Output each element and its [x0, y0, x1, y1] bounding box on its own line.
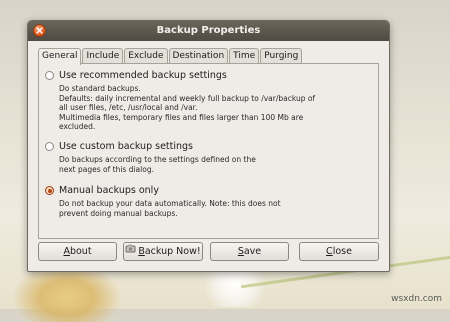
tab-general[interactable]: General	[38, 48, 82, 65]
radio-recommended[interactable]	[45, 71, 54, 80]
save-button[interactable]: Save	[210, 242, 289, 261]
radio-custom-row[interactable]: Use custom backup settings	[45, 141, 319, 152]
tab-purging[interactable]: Purging	[260, 48, 303, 64]
description-line: all user files, /etc, /usr/local and /va…	[59, 103, 198, 112]
close-button-mnemonic: C	[326, 246, 333, 257]
manual-description: Do not backup your data automatically. N…	[59, 199, 319, 218]
radio-custom[interactable]	[45, 142, 54, 151]
watermark-text: wsxdn.com	[391, 294, 442, 304]
description-line: Do backups according to the settings def…	[59, 155, 256, 164]
general-tab-panel: Use recommended backup settings Do stand…	[38, 63, 379, 239]
radio-recommended-label: Use recommended backup settings	[59, 70, 227, 81]
radio-manual-row[interactable]: Manual backups only	[45, 185, 319, 196]
save-button-label: ave	[243, 246, 262, 257]
radio-manual[interactable]	[45, 186, 54, 195]
description-line: Defaults: daily incremental and weekly f…	[59, 93, 316, 103]
backup-icon	[125, 243, 136, 260]
backup-properties-window: Backup Properties General Include Exclud…	[27, 20, 390, 272]
option-manual: Manual backups only Do not backup your d…	[45, 185, 319, 218]
description-line: prevent doing manual backups.	[59, 208, 178, 218]
tab-include[interactable]: Include	[82, 48, 124, 64]
custom-description: Do backups according to the settings def…	[59, 155, 319, 174]
close-button[interactable]: Close	[299, 242, 379, 261]
backup-now-label: ackup Now!	[144, 246, 201, 257]
tab-time[interactable]: Time	[229, 48, 260, 64]
description-line: Multimedia files, temporary files and fi…	[59, 112, 304, 122]
tab-bar: General Include Exclude Destination Time…	[38, 48, 303, 65]
window-titlebar[interactable]: Backup Properties	[28, 21, 389, 41]
button-row: About Backup Now! Save Close	[38, 242, 379, 262]
radio-manual-label: Manual backups only	[59, 185, 159, 196]
description-line: excluded.	[59, 122, 96, 131]
tab-destination[interactable]: Destination	[168, 48, 229, 64]
radio-custom-label: Use custom backup settings	[59, 141, 194, 152]
description-line: Do not backup your data automatically. N…	[59, 199, 281, 208]
option-custom: Use custom backup settings Do backups ac…	[45, 141, 319, 174]
description-line: Do standard backups.	[59, 84, 141, 93]
window-title: Backup Properties	[156, 25, 261, 36]
about-button-label: bout	[69, 246, 92, 257]
close-button-label: lose	[332, 246, 352, 257]
recommended-description: Do standard backups. Defaults: daily inc…	[59, 84, 319, 132]
about-button[interactable]: About	[38, 242, 117, 261]
description-line: next pages of this dialog.	[59, 164, 154, 174]
tab-exclude[interactable]: Exclude	[124, 48, 168, 64]
option-recommended: Use recommended backup settings Do stand…	[45, 70, 319, 132]
radio-recommended-row[interactable]: Use recommended backup settings	[45, 70, 319, 81]
backup-now-button[interactable]: Backup Now!	[123, 242, 203, 261]
